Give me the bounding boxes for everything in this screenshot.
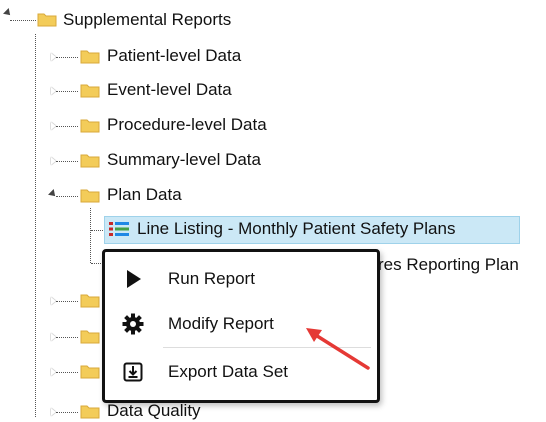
tree-connector bbox=[56, 91, 78, 92]
tree-node-patient-level-data[interactable]: Patient-level Data bbox=[107, 45, 241, 67]
tree-connector bbox=[91, 230, 105, 231]
export-data-set-label: Export Data Set bbox=[168, 362, 289, 381]
folder-icon bbox=[80, 154, 100, 168]
modify-report-label: Modify Report bbox=[168, 314, 274, 333]
folder-icon bbox=[80, 119, 100, 133]
gear-icon bbox=[122, 313, 144, 335]
tree-connector bbox=[35, 34, 36, 417]
play-icon bbox=[127, 270, 141, 288]
tree-connector bbox=[56, 196, 78, 197]
tree-node-plan-data[interactable]: Plan Data bbox=[107, 184, 182, 206]
tree-connector bbox=[90, 208, 91, 263]
tree-node-summary-level-data[interactable]: Summary-level Data bbox=[107, 149, 261, 171]
tree-connector bbox=[56, 126, 78, 127]
tree-connector bbox=[56, 301, 78, 302]
menu-item-run-report[interactable]: Run Report bbox=[105, 257, 377, 301]
tree-node-data-quality[interactable]: Data Quality bbox=[107, 400, 201, 422]
folder-icon bbox=[80, 330, 100, 344]
tree-node-supplemental-reports[interactable]: Supplemental Reports bbox=[63, 9, 231, 31]
tree-connector bbox=[10, 20, 36, 21]
tree-connector bbox=[56, 57, 78, 58]
folder-icon bbox=[37, 13, 57, 27]
collapse-toggle-icon[interactable] bbox=[3, 8, 13, 18]
export-icon bbox=[123, 362, 143, 382]
report-list-icon bbox=[109, 222, 129, 236]
folder-icon bbox=[80, 84, 100, 98]
tree-connector bbox=[56, 161, 78, 162]
tree-connector bbox=[56, 372, 78, 373]
folder-icon bbox=[80, 365, 100, 379]
tree-node-reporting-plan[interactable]: res Reporting Plan bbox=[378, 254, 519, 276]
tree-node-procedure-level-data[interactable]: Procedure-level Data bbox=[107, 114, 267, 136]
tree-node-event-level-data[interactable]: Event-level Data bbox=[107, 79, 232, 101]
collapse-toggle-icon[interactable] bbox=[48, 189, 58, 199]
folder-icon bbox=[80, 50, 100, 64]
tree-connector bbox=[56, 337, 78, 338]
folder-icon bbox=[80, 189, 100, 203]
annotation-arrow-icon bbox=[306, 328, 370, 370]
tree-node-line-listing-label[interactable]: Line Listing - Monthly Patient Safety Pl… bbox=[137, 218, 455, 240]
tree-connector bbox=[56, 412, 78, 413]
folder-icon bbox=[80, 294, 100, 308]
run-report-label: Run Report bbox=[168, 269, 255, 288]
